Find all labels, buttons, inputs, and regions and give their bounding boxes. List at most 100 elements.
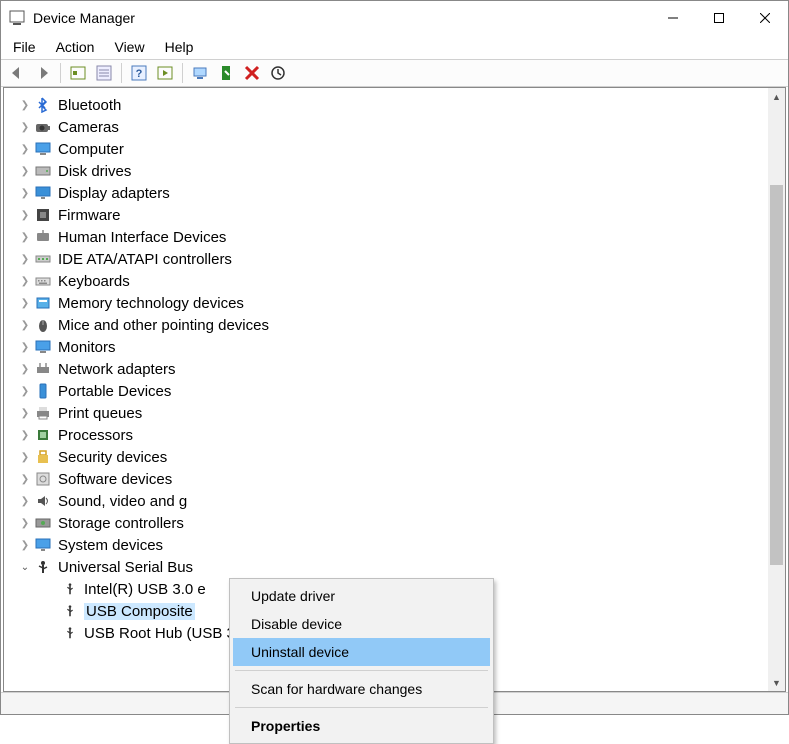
category-label: Computer <box>58 141 124 158</box>
maximize-button[interactable] <box>696 3 742 33</box>
show-hide-tree-button[interactable] <box>66 61 90 85</box>
enable-device-button[interactable] <box>214 61 238 85</box>
tree-category[interactable]: ❯ Cameras <box>18 116 768 138</box>
tree-category[interactable]: ❯Keyboards <box>18 270 768 292</box>
tree-category[interactable]: ❯ System devices <box>18 534 768 556</box>
chevron-right-icon[interactable]: ❯ <box>18 340 32 354</box>
category-label: Memory technology devices <box>58 295 244 312</box>
tree-category[interactable]: ❯ Human Interface Devices <box>18 226 768 248</box>
category-label: Human Interface Devices <box>58 229 226 246</box>
uninstall-device-button[interactable] <box>240 61 264 85</box>
chevron-right-icon[interactable]: ❯ <box>18 120 32 134</box>
category-label: Bluetooth <box>58 97 121 114</box>
window-controls <box>650 3 788 33</box>
tree-category[interactable]: ❯ Memory technology devices <box>18 292 768 314</box>
tree-category[interactable]: ❯ Processors <box>18 424 768 446</box>
ctx-scan-hardware[interactable]: Scan for hardware changes <box>233 675 490 703</box>
ctx-disable-device[interactable]: Disable device <box>233 610 490 638</box>
category-label: System devices <box>58 537 163 554</box>
tree-category[interactable]: ❯Firmware <box>18 204 768 226</box>
chevron-right-icon[interactable]: ❯ <box>18 164 32 178</box>
toolbar-separator <box>60 63 61 83</box>
properties-button[interactable] <box>92 61 116 85</box>
help-button[interactable]: ? <box>127 61 151 85</box>
chevron-down-icon[interactable]: ⌄ <box>18 560 32 574</box>
device-label: Intel(R) USB 3.0 e <box>84 581 206 598</box>
chevron-right-icon[interactable]: ❯ <box>18 208 32 222</box>
scroll-track[interactable] <box>768 105 785 674</box>
chevron-right-icon[interactable]: ❯ <box>18 362 32 376</box>
tree-category[interactable]: ❯ IDE ATA/ATAPI controllers <box>18 248 768 270</box>
tree-category[interactable]: ❯Network adapters <box>18 358 768 380</box>
computer-icon <box>34 140 52 158</box>
chevron-right-icon[interactable]: ❯ <box>18 98 32 112</box>
category-label: Processors <box>58 427 133 444</box>
usb-device-icon <box>62 625 78 641</box>
chevron-right-icon[interactable]: ❯ <box>18 472 32 486</box>
category-label: IDE ATA/ATAPI controllers <box>58 251 232 268</box>
mouse-icon <box>34 316 52 334</box>
hid-icon <box>34 228 52 246</box>
chevron-right-icon[interactable]: ❯ <box>18 450 32 464</box>
chevron-right-icon[interactable]: ❯ <box>18 230 32 244</box>
memory-icon <box>34 294 52 312</box>
menu-help[interactable]: Help <box>157 37 202 57</box>
chevron-right-icon[interactable]: ❯ <box>18 296 32 310</box>
tree-category[interactable]: ❯Mice and other pointing devices <box>18 314 768 336</box>
category-label: Disk drives <box>58 163 131 180</box>
device-label: USB Root Hub (USB 3.0) <box>84 625 252 642</box>
tree-category[interactable]: ❯ Bluetooth <box>18 94 768 116</box>
scan-hardware-button[interactable] <box>266 61 290 85</box>
keyboard-icon <box>34 272 52 290</box>
tree-category[interactable]: ❯Storage controllers <box>18 512 768 534</box>
ctx-update-driver[interactable]: Update driver <box>233 582 490 610</box>
ctx-properties[interactable]: Properties <box>233 712 490 740</box>
action-toolbar-button[interactable] <box>153 61 177 85</box>
chevron-right-icon[interactable]: ❯ <box>18 384 32 398</box>
network-icon <box>34 360 52 378</box>
bluetooth-icon <box>34 96 52 114</box>
forward-button[interactable] <box>31 61 55 85</box>
chevron-right-icon[interactable]: ❯ <box>18 186 32 200</box>
tree-category-usb[interactable]: ⌄Universal Serial Bus <box>18 556 768 578</box>
category-label: Display adapters <box>58 185 170 202</box>
back-button[interactable] <box>5 61 29 85</box>
camera-icon <box>34 118 52 136</box>
chevron-right-icon[interactable]: ❯ <box>18 494 32 508</box>
tree-category[interactable]: ❯Portable Devices <box>18 380 768 402</box>
tree-category[interactable]: ❯ Display adapters <box>18 182 768 204</box>
tree-category[interactable]: ❯Software devices <box>18 468 768 490</box>
chevron-right-icon[interactable]: ❯ <box>18 516 32 530</box>
minimize-button[interactable] <box>650 3 696 33</box>
scroll-thumb[interactable] <box>770 185 783 565</box>
chevron-right-icon[interactable]: ❯ <box>18 428 32 442</box>
ctx-uninstall-device[interactable]: Uninstall device <box>233 638 490 666</box>
scroll-up-button[interactable]: ▲ <box>768 88 785 105</box>
sound-icon <box>34 492 52 510</box>
toolbar-separator <box>182 63 183 83</box>
menu-view[interactable]: View <box>106 37 152 57</box>
tree-category[interactable]: ❯Security devices <box>18 446 768 468</box>
disk-icon <box>34 162 52 180</box>
tree-category[interactable]: ❯Sound, video and g <box>18 490 768 512</box>
tree-category[interactable]: ❯Print queues <box>18 402 768 424</box>
chevron-right-icon[interactable]: ❯ <box>18 318 32 332</box>
close-button[interactable] <box>742 3 788 33</box>
tree-category[interactable]: ❯ Disk drives <box>18 160 768 182</box>
vertical-scrollbar[interactable]: ▲ ▼ <box>768 88 785 691</box>
usb-device-icon <box>62 603 78 619</box>
tree-category[interactable]: ❯ Computer <box>18 138 768 160</box>
chevron-right-icon[interactable]: ❯ <box>18 406 32 420</box>
software-icon <box>34 470 52 488</box>
chevron-right-icon[interactable]: ❯ <box>18 252 32 266</box>
tree-category[interactable]: ❯Monitors <box>18 336 768 358</box>
category-label: Cameras <box>58 119 119 136</box>
update-driver-button[interactable] <box>188 61 212 85</box>
menu-action[interactable]: Action <box>48 37 103 57</box>
chevron-right-icon[interactable]: ❯ <box>18 538 32 552</box>
scroll-down-button[interactable]: ▼ <box>768 674 785 691</box>
menu-file[interactable]: File <box>5 37 44 57</box>
chevron-right-icon[interactable]: ❯ <box>18 142 32 156</box>
chevron-right-icon[interactable]: ❯ <box>18 274 32 288</box>
display-icon <box>34 184 52 202</box>
